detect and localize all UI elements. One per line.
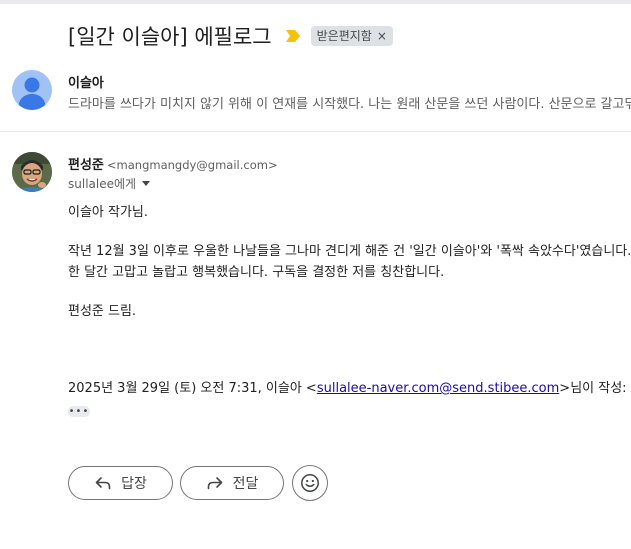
avatar-default[interactable]	[12, 70, 52, 110]
sender-photo-icon	[12, 152, 52, 192]
reply-button[interactable]: 답장	[68, 466, 173, 500]
quote-header: 2025년 3월 29일 (토) 오전 7:31, 이슬아 <sullalee-…	[68, 377, 627, 396]
chevron-down-icon[interactable]	[142, 181, 151, 186]
sender-email: <mangmangdy@gmail.com>	[106, 158, 278, 172]
remove-label-icon[interactable]: ×	[377, 29, 387, 43]
sender-line: 편성준 <mangmangdy@gmail.com>	[68, 154, 278, 173]
forward-label: 전달	[232, 476, 259, 492]
quote-prefix: 2025년 3월 29일 (토) 오전 7:31, 이슬아 <	[68, 381, 317, 396]
avatar-photo[interactable]	[12, 152, 52, 192]
recipient-dropdown[interactable]: sullalee에게	[68, 175, 151, 192]
reply-icon	[95, 477, 111, 490]
recipient-text: sullalee에게	[68, 177, 137, 191]
email-subject: [일간 이슬아] 에필로그	[68, 25, 272, 49]
forward-icon	[207, 477, 222, 490]
emoji-reaction-button[interactable]	[292, 465, 328, 501]
subject-row: [일간 이슬아] 에필로그 받은편지함 ×	[68, 20, 393, 52]
label-chip-text: 받은편지함	[316, 29, 372, 43]
importance-marker-icon[interactable]	[285, 30, 300, 42]
quote-suffix: >님이 작성:	[559, 381, 627, 396]
forward-button[interactable]: 전달	[180, 466, 284, 500]
show-trimmed-content-button[interactable]: •••	[68, 406, 90, 417]
message-divider	[0, 131, 631, 132]
reply-label: 답장	[121, 476, 147, 492]
body-paragraph-line-1: 작년 12월 3일 이후로 우울한 나날들을 그나마 견디게 해준 건 '일간 …	[68, 244, 631, 259]
body-paragraph-line-2: 한 달간 고맙고 놀랍고 행복했습니다. 구독을 결정한 저를 칭찬합니다.	[68, 265, 445, 280]
top-toolbar-strip	[0, 0, 631, 4]
body-greeting: 이슬아 작가님.	[68, 205, 149, 220]
person-icon	[18, 77, 46, 110]
sender-name[interactable]: 편성준	[68, 158, 104, 173]
collapsed-sender-name[interactable]: 이슬아	[68, 72, 104, 91]
collapsed-message-snippet[interactable]: 드라마를 쓰다가 미치지 않기 위해 이 연재를 시작했다. 나는 원래 산문을…	[68, 93, 631, 112]
label-chip-inbox[interactable]: 받은편지함 ×	[310, 26, 393, 46]
body-signoff: 편성준 드림.	[68, 304, 137, 319]
quote-email-link[interactable]: sullalee-naver.com@send.stibee.com	[317, 381, 559, 396]
smiley-icon	[301, 474, 319, 492]
